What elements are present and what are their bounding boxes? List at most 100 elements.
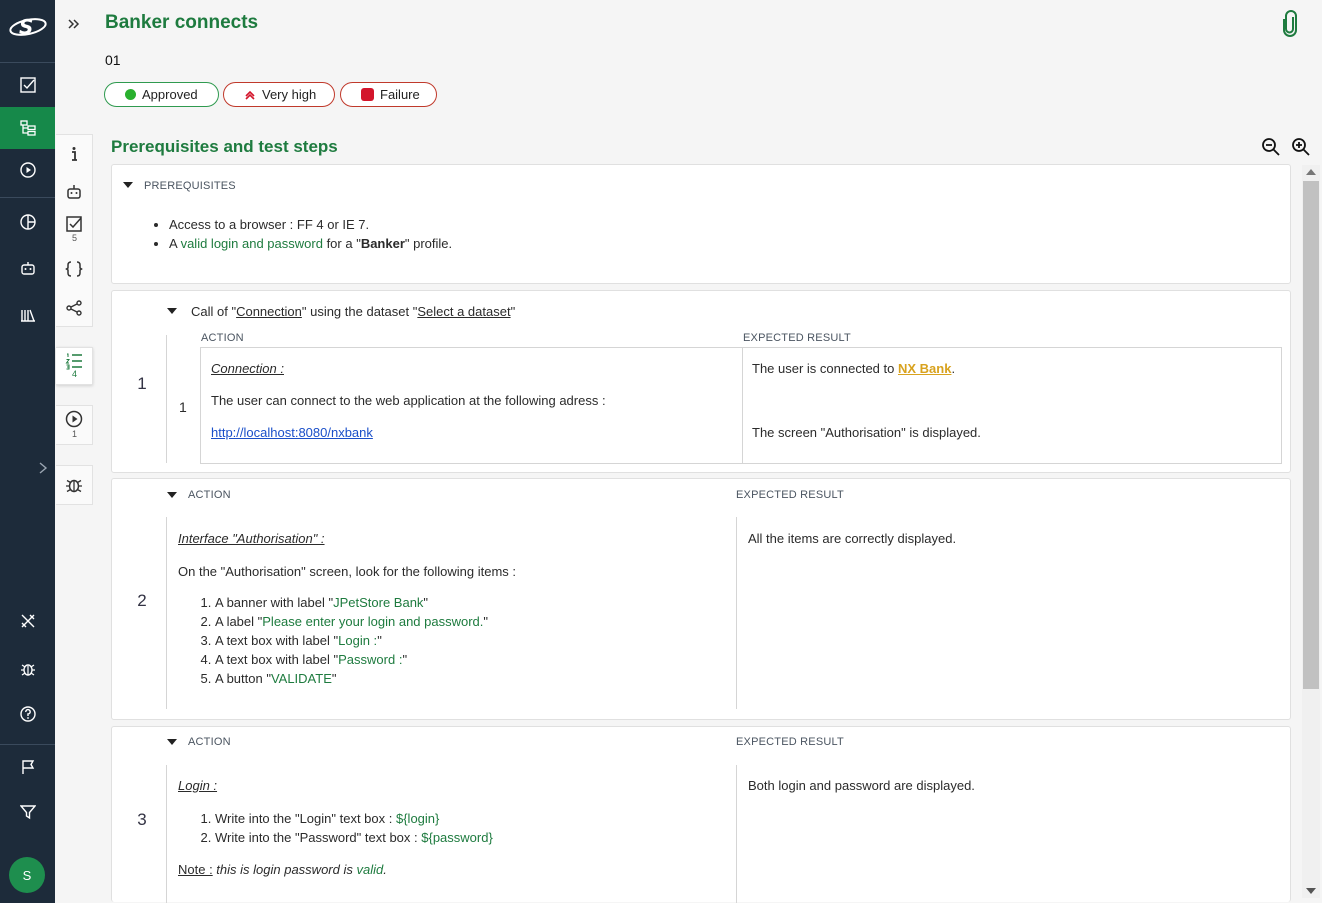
section-title: Prerequisites and test steps bbox=[111, 137, 338, 156]
info-icon[interactable] bbox=[65, 145, 83, 163]
chevron-right-icon[interactable] bbox=[36, 460, 50, 476]
text-fragment: A button " bbox=[215, 671, 271, 686]
text-fragment: Password : bbox=[338, 652, 403, 667]
scroll-up-arrow-icon[interactable] bbox=[1306, 169, 1316, 175]
list-item: Write into the "Login" text box : ${logi… bbox=[215, 809, 493, 828]
column-divider bbox=[736, 765, 737, 903]
nav-help[interactable] bbox=[0, 693, 55, 735]
test-steps-tool[interactable]: 4 bbox=[56, 347, 93, 385]
list-item: A banner with label "JPetStore Bank" bbox=[215, 593, 488, 612]
nav-milestones[interactable] bbox=[0, 746, 55, 788]
column-divider bbox=[736, 517, 737, 709]
nav-bugtracker[interactable] bbox=[0, 648, 55, 690]
text-fragment: " bbox=[510, 304, 516, 319]
application-url-link[interactable]: http://localhost:8080/nxbank bbox=[211, 425, 373, 440]
collapse-triangle-icon[interactable] bbox=[167, 308, 177, 314]
prerequisites-list: Access to a browser : FF 4 or IE 7. A va… bbox=[169, 215, 452, 253]
action-title: Connection : bbox=[211, 361, 284, 376]
text-fragment: " bbox=[402, 652, 408, 667]
text-fragment: VALIDATE bbox=[270, 671, 332, 686]
list-item: A text box with label "Password :" bbox=[215, 650, 488, 669]
step-panel: 3 ACTION EXPECTED RESULT Login : Write i… bbox=[111, 726, 1291, 903]
test-steps-count: 4 bbox=[71, 369, 77, 379]
expected-result-header: EXPECTED RESULT bbox=[736, 736, 844, 748]
text-fragment: A bbox=[169, 236, 181, 251]
bug-icon bbox=[66, 479, 82, 493]
step-panel: 1 Call of "Connection" using the dataset… bbox=[111, 290, 1291, 473]
braces-icon[interactable] bbox=[65, 260, 83, 278]
parameter-value: ${password} bbox=[421, 830, 493, 845]
robot-icon[interactable] bbox=[65, 183, 83, 201]
text-fragment: " bbox=[331, 671, 337, 686]
play-circle-icon bbox=[19, 162, 36, 178]
zoom-out-icon[interactable] bbox=[1261, 137, 1281, 157]
execution-status-chip[interactable]: Failure bbox=[340, 82, 437, 107]
user-avatar[interactable]: S bbox=[9, 857, 45, 893]
step-divider bbox=[166, 335, 167, 463]
nav-reports[interactable] bbox=[0, 201, 55, 243]
nav-test-cases[interactable] bbox=[0, 107, 55, 149]
prerequisite-text: Access to a browser : FF 4 or IE 7. bbox=[169, 217, 370, 232]
test-case-reference: 01 bbox=[105, 52, 121, 68]
filter-icon bbox=[19, 805, 36, 820]
text-fragment: Banker bbox=[360, 236, 405, 251]
flag-icon bbox=[21, 760, 34, 774]
nav-administration[interactable] bbox=[0, 600, 55, 642]
nav-divider bbox=[0, 62, 55, 63]
share-icon[interactable] bbox=[65, 299, 83, 317]
bank-link[interactable]: NX Bank bbox=[898, 361, 951, 376]
nav-requirements[interactable] bbox=[0, 64, 55, 106]
collapse-triangle-icon[interactable] bbox=[123, 182, 133, 188]
items-list: Write into the "Login" text box : ${logi… bbox=[177, 809, 493, 847]
nav-divider bbox=[0, 744, 55, 745]
step-divider bbox=[166, 517, 167, 709]
side-tools: 5 bbox=[56, 134, 93, 327]
executions-count: 1 bbox=[71, 429, 77, 439]
text-fragment: Call of " bbox=[191, 304, 237, 319]
nav-divider bbox=[0, 197, 55, 198]
collapse-triangle-icon[interactable] bbox=[167, 492, 177, 498]
list-item: Access to a browser : FF 4 or IE 7. bbox=[169, 215, 452, 234]
expected-result: Both login and password are displayed. bbox=[748, 778, 975, 793]
squash-logo-icon[interactable]: S bbox=[8, 12, 48, 42]
checkbox-icon[interactable] bbox=[65, 215, 83, 233]
importance-chip[interactable]: Very high bbox=[223, 82, 335, 107]
zoom-in-icon[interactable] bbox=[1291, 137, 1311, 157]
expected-result: All the items are correctly displayed. bbox=[748, 531, 957, 546]
expected-result-line: The screen "Authorisation" is displayed. bbox=[752, 425, 981, 440]
text-fragment: valid login and password bbox=[180, 236, 323, 251]
list-item: A valid login and password for a "Banker… bbox=[169, 234, 452, 253]
executions-tool[interactable]: 1 bbox=[56, 405, 93, 445]
called-test-link[interactable]: Connection bbox=[236, 304, 302, 319]
list-item: A text box with label "Login :" bbox=[215, 631, 488, 650]
text-fragment: Write into the "Login" text box : bbox=[215, 811, 396, 826]
scroll-down-arrow-icon[interactable] bbox=[1306, 888, 1316, 894]
sub-step-number: 1 bbox=[179, 399, 187, 415]
double-chevron-right-icon[interactable] bbox=[66, 16, 82, 32]
checkbox-icon bbox=[19, 77, 36, 93]
nav-campaigns[interactable] bbox=[0, 149, 55, 191]
nav-filter[interactable] bbox=[0, 791, 55, 833]
nav-libraries[interactable] bbox=[0, 294, 55, 336]
issues-tool[interactable] bbox=[56, 465, 93, 505]
parameter-value: ${login} bbox=[395, 811, 440, 826]
tools-icon bbox=[21, 614, 34, 628]
items-list: A banner with label "JPetStore Bank" A l… bbox=[177, 593, 488, 688]
text-fragment: Please enter your login and password. bbox=[262, 614, 484, 629]
nav-automation[interactable] bbox=[0, 247, 55, 289]
paperclip-icon[interactable] bbox=[1280, 10, 1300, 38]
importance-label: Very high bbox=[262, 87, 317, 102]
status-dot-icon bbox=[125, 89, 136, 100]
status-chip[interactable]: Approved bbox=[104, 82, 219, 107]
step-divider bbox=[166, 765, 167, 903]
collapse-triangle-icon[interactable] bbox=[167, 739, 177, 745]
dataset-selector[interactable]: Select a dataset bbox=[417, 304, 510, 319]
user-initial: S bbox=[22, 867, 32, 883]
step-number: 3 bbox=[137, 810, 147, 829]
vertical-scrollbar[interactable] bbox=[1302, 165, 1320, 898]
scrollbar-thumb[interactable] bbox=[1303, 181, 1319, 689]
text-fragment: A text box with label " bbox=[215, 652, 339, 667]
svg-text:S: S bbox=[19, 15, 33, 39]
main-nav: S S bbox=[0, 0, 55, 903]
text-fragment: The user is connected to bbox=[752, 361, 898, 376]
